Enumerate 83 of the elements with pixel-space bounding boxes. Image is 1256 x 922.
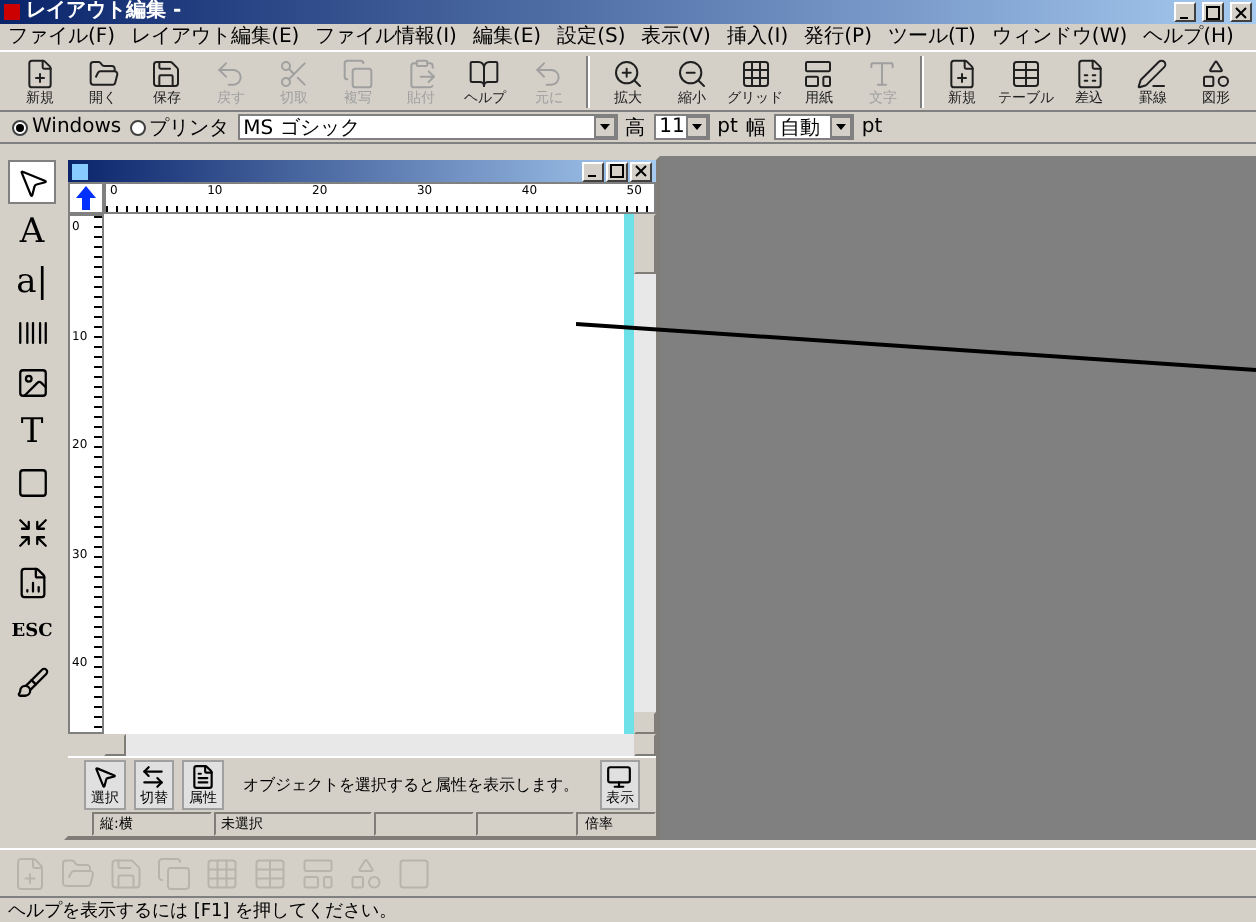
- menu-item[interactable]: 表示(V): [641, 25, 711, 49]
- text-icon: [866, 57, 899, 89]
- disabled-tool-icon: [108, 855, 144, 891]
- undo-icon: [532, 57, 565, 89]
- scissors-icon: [278, 57, 311, 89]
- menu-item[interactable]: 発行(P): [804, 25, 872, 49]
- table-icon: [1009, 57, 1042, 89]
- maximize-icon: [610, 164, 624, 178]
- brush-icon: [15, 665, 49, 699]
- menu-item[interactable]: 設定(S): [557, 25, 626, 49]
- close-button[interactable]: [1230, 2, 1252, 22]
- tool-button[interactable]: A: [8, 210, 56, 254]
- menu-item[interactable]: ヘルプ(H): [1143, 25, 1234, 49]
- unit-label: pt: [717, 116, 738, 138]
- new-file-icon: [946, 57, 979, 89]
- menu-item[interactable]: 挿入(I): [726, 25, 789, 49]
- close-icon: [1234, 5, 1248, 19]
- document-icon: [72, 163, 88, 179]
- width-dropdown[interactable]: 自動: [773, 114, 854, 140]
- monitor-icon: [606, 764, 633, 790]
- maximize-button[interactable]: [606, 161, 628, 181]
- radio-option[interactable]: Windows: [12, 116, 122, 138]
- disabled-tool-icon: [12, 855, 48, 891]
- vertical-scrollbar[interactable]: [634, 214, 656, 734]
- menu-item[interactable]: ファイル(F): [8, 25, 116, 49]
- horizontal-scrollbar[interactable]: [104, 734, 656, 756]
- layout-icon: [802, 57, 835, 89]
- tool-button[interactable]: a|: [8, 260, 56, 304]
- font-dropdown[interactable]: MS ゴシック: [237, 114, 618, 140]
- menu-item[interactable]: ウィンドウ(W): [991, 25, 1128, 49]
- menu-item[interactable]: ファイル情報(I): [315, 25, 457, 49]
- menu-item[interactable]: レイアウト編集(E): [131, 25, 300, 49]
- save-icon: [150, 57, 183, 89]
- pointer-icon: [15, 165, 49, 199]
- hint-text: オブジェクトを選択すると属性を表示します。: [241, 774, 581, 796]
- tool-button[interactable]: T: [8, 410, 56, 454]
- grid-icon: [739, 57, 772, 89]
- disabled-tool-icon: [396, 855, 432, 891]
- up-arrow-icon: [76, 186, 96, 210]
- disabled-tool-icon: [348, 855, 384, 891]
- width-label: 幅: [745, 115, 766, 141]
- rectangle-icon: [15, 465, 49, 499]
- paste-icon: [405, 57, 438, 89]
- shapes-icon: [1200, 57, 1233, 89]
- zoom-out-icon: [675, 57, 708, 89]
- pen-icon: [1136, 57, 1169, 89]
- close-button[interactable]: [630, 161, 652, 181]
- zoom-in-icon: [612, 57, 645, 89]
- caret-icon: [691, 124, 702, 130]
- document-icon: [189, 764, 216, 790]
- shrink-icon: [15, 515, 49, 549]
- disabled-tool-icon: [204, 855, 240, 891]
- book-icon: [468, 57, 501, 89]
- minimize-button[interactable]: [582, 161, 604, 181]
- copy-icon: [341, 57, 374, 89]
- disabled-tool-icon: [156, 855, 192, 891]
- status-text: ヘルプを表示するには [F1] を押してください。: [8, 898, 398, 922]
- radio-option[interactable]: プリンタ: [129, 113, 230, 141]
- tool-button[interactable]: [8, 160, 56, 204]
- undo-icon: [214, 57, 247, 89]
- disabled-tool-icon: [300, 855, 336, 891]
- spreadsheet-icon: [1073, 57, 1106, 89]
- maximize-icon: [1206, 5, 1220, 19]
- image-icon: [15, 365, 49, 399]
- tool-button[interactable]: ESC: [8, 610, 56, 654]
- minimize-button[interactable]: [1174, 2, 1196, 22]
- unit-label: pt: [861, 116, 883, 138]
- folder-icon: [87, 57, 120, 89]
- maximize-button[interactable]: [1202, 2, 1224, 22]
- menu-item[interactable]: ツール(T): [888, 25, 976, 49]
- arrows-icon: [140, 764, 167, 790]
- disabled-tool-icon: [60, 855, 96, 891]
- new-file-icon: [23, 57, 56, 89]
- app-icon: [4, 4, 20, 20]
- chart-icon: [15, 565, 49, 599]
- caret-icon: [599, 124, 610, 130]
- menu-item[interactable]: 編集(E): [472, 25, 542, 49]
- disabled-tool-icon: [252, 855, 288, 891]
- close-icon: [634, 164, 648, 178]
- caret-icon: [835, 124, 846, 130]
- pointer-icon: [91, 764, 118, 790]
- height-label: 高: [625, 115, 646, 141]
- height-dropdown[interactable]: 11: [653, 114, 710, 140]
